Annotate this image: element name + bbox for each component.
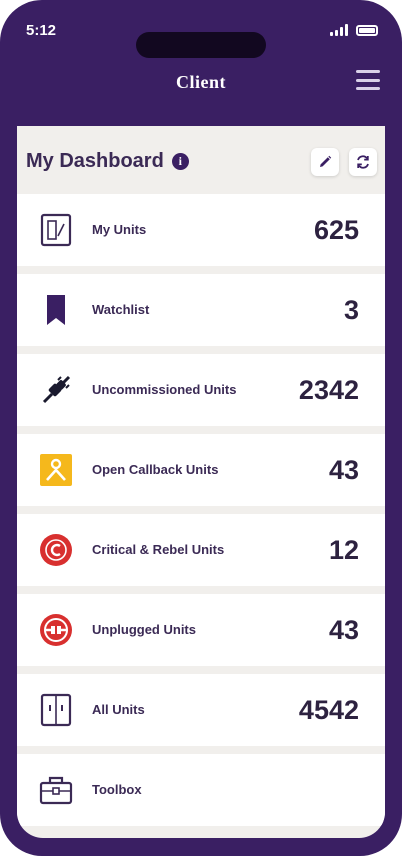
list-item-label: Open Callback Units (92, 462, 219, 477)
plug-icon (38, 372, 74, 408)
critical-icon (38, 532, 74, 568)
list-item-count: 2342 (298, 374, 359, 405)
status-bar: 5:12 (0, 0, 402, 60)
list-item-count: 625 (313, 214, 359, 245)
status-time: 5:12 (26, 22, 57, 39)
list-item-uncommissioned[interactable]: Uncommissioned Units 2342 (17, 354, 385, 426)
battery-icon (356, 24, 378, 36)
list-item-toolbox[interactable]: Toolbox (17, 754, 385, 826)
camera-notch (136, 32, 266, 58)
info-icon[interactable] (171, 153, 189, 170)
signal-icon (330, 24, 348, 36)
unplugged-icon (38, 612, 74, 648)
list-item-all-units[interactable]: All Units 4542 (17, 674, 385, 746)
dashboard-panel: My Dashboard i My Units 625 Watchlist 3 … (17, 126, 385, 838)
list-item-my-units[interactable]: My Units 625 (17, 194, 385, 266)
list-item-count: 3 (343, 294, 359, 325)
list-item-open-callback[interactable]: Open Callback Units 43 (17, 434, 385, 506)
system-icons (330, 24, 378, 36)
list-item-count: 12 (328, 534, 359, 565)
list-item-label: Toolbox (92, 782, 142, 797)
list-item-label: Unplugged Units (92, 622, 196, 637)
dashboard-header: My Dashboard (17, 126, 385, 194)
units-icon (38, 212, 74, 248)
list-item-count: 43 (328, 454, 359, 485)
all-units-icon (38, 692, 74, 728)
callback-icon (38, 452, 74, 488)
edit-button[interactable] (311, 148, 339, 176)
list-item-critical-rebel[interactable]: Critical & Rebel Units 12 (17, 514, 385, 586)
pencil-icon (320, 155, 332, 167)
list-item-label: All Units (92, 702, 145, 717)
list-item-label: Critical & Rebel Units (92, 542, 225, 557)
list-item-label: Watchlist (92, 302, 150, 317)
dashboard-list: My Units 625 Watchlist 3 Uncommissioned … (17, 194, 385, 834)
app-bar: Client (0, 60, 402, 124)
app-title: Client (176, 72, 226, 92)
dashboard-title: My Dashboard (26, 150, 164, 172)
refresh-icon (357, 155, 369, 169)
list-item-unplugged[interactable]: Unplugged Units 43 (17, 594, 385, 666)
menu-icon[interactable] (356, 68, 380, 92)
list-item-label: Uncommissioned Units (92, 382, 237, 397)
list-item-count: 4542 (298, 694, 359, 725)
refresh-button[interactable] (349, 148, 377, 176)
list-item-label: My Units (92, 222, 147, 237)
phone-frame: 5:12 Client My Dashboard i My Units 625 … (0, 0, 402, 856)
list-item-count: 43 (328, 614, 359, 645)
toolbox-icon (38, 772, 74, 808)
list-item-watchlist[interactable]: Watchlist 3 (17, 274, 385, 346)
bookmark-icon (38, 292, 74, 328)
dashboard-title-wrap: My Dashboard (26, 150, 189, 173)
